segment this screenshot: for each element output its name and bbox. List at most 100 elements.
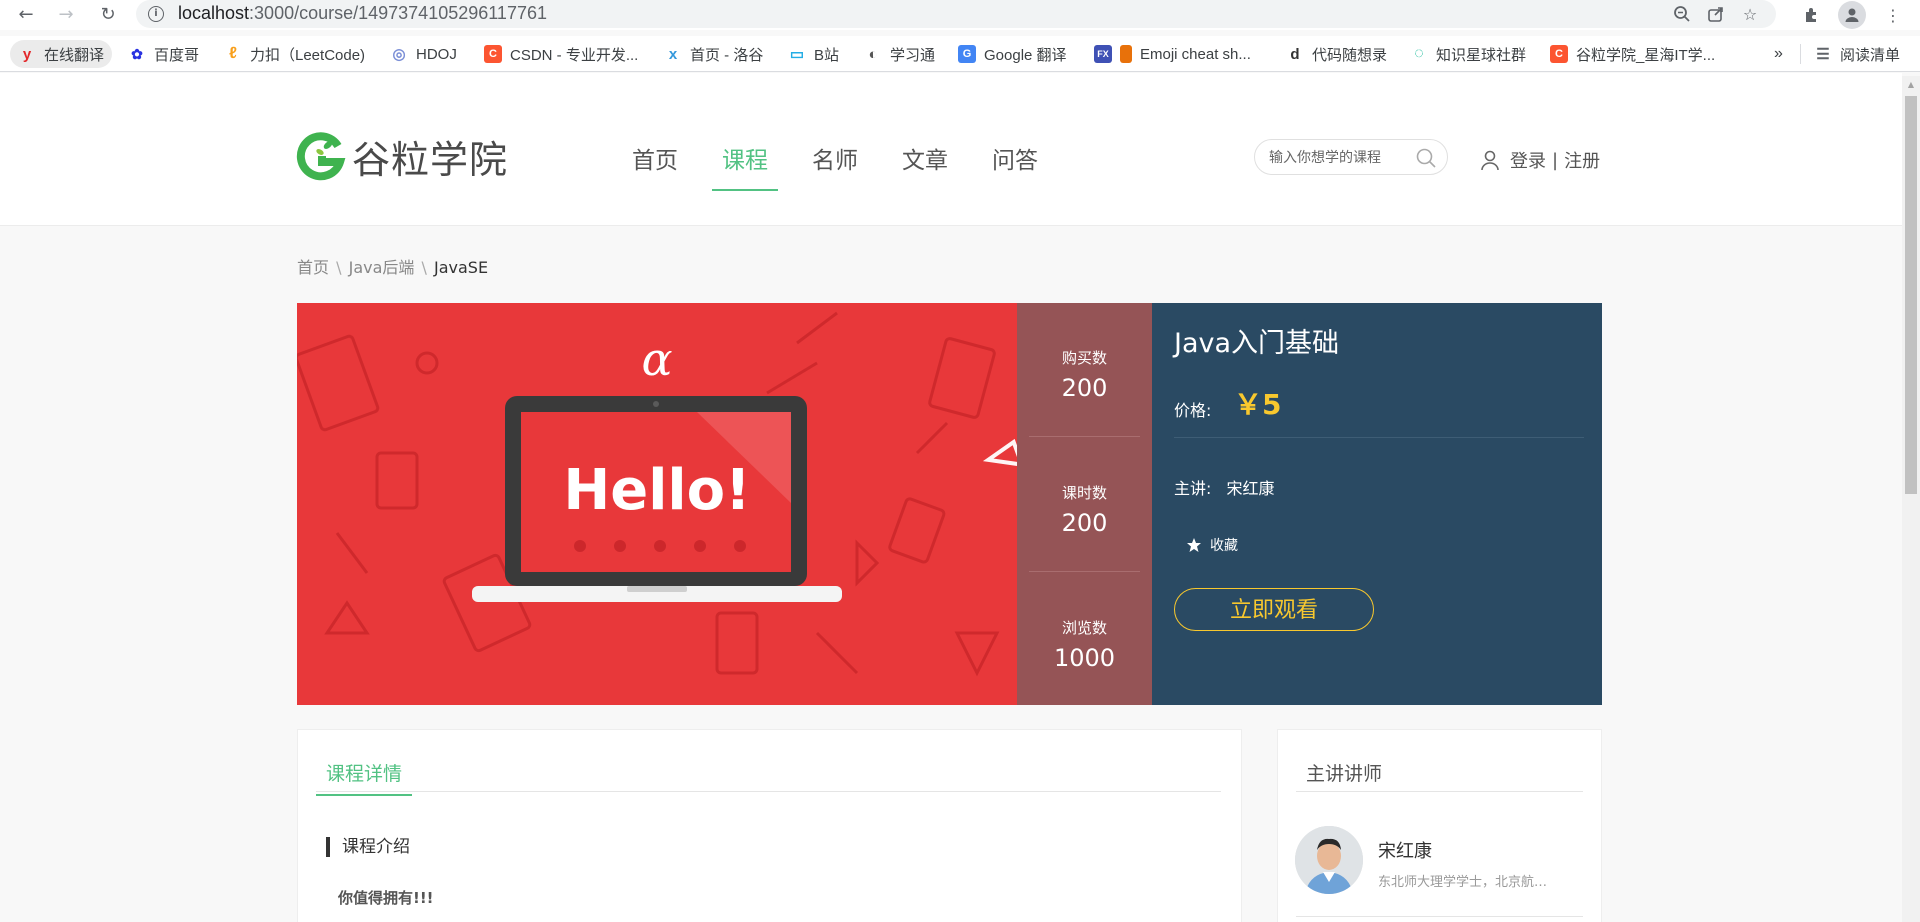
nav-courses[interactable]: 课程 bbox=[700, 141, 790, 191]
csdn-icon: C bbox=[484, 45, 502, 63]
course-cover-image: α Hello! bbox=[297, 303, 1017, 705]
logo-icon bbox=[296, 131, 346, 182]
bookmark-item[interactable]: ◌ 知识星球社群 bbox=[1410, 40, 1526, 68]
nav-articles[interactable]: 文章 bbox=[880, 141, 970, 191]
breadcrumb-home[interactable]: 首页 bbox=[297, 258, 329, 277]
divider bbox=[1296, 791, 1583, 792]
bookmark-item[interactable]: ▭ B站 bbox=[788, 40, 839, 68]
teacher-label: 主讲: bbox=[1174, 479, 1212, 498]
teacher-name[interactable]: 宋红康 bbox=[1227, 479, 1275, 498]
bookmark-item[interactable]: y 在线翻译 bbox=[10, 40, 113, 68]
search-input[interactable] bbox=[1269, 147, 1409, 169]
breadcrumb-divider: \ bbox=[421, 258, 427, 277]
bookmark-item[interactable]: C 谷粒学院_星海IT学... bbox=[1550, 40, 1715, 68]
teacher-avatar[interactable] bbox=[1295, 826, 1363, 894]
teacher-card: 主讲讲师 宋红康 东北师大理学学士，北京航空航天大学... bbox=[1277, 729, 1602, 922]
breadcrumb-current: JavaSE bbox=[433, 258, 489, 277]
course-stats: 购买数 200 课时数 200 浏览数 1000 bbox=[1017, 303, 1152, 705]
back-icon[interactable]: ← bbox=[14, 2, 38, 26]
divider bbox=[1296, 916, 1583, 917]
svg-text:α: α bbox=[641, 332, 672, 386]
user-links: 登录 | 注册 bbox=[1480, 147, 1600, 173]
bookmark-item[interactable]: ℓ 力扣（LeetCode) bbox=[224, 40, 365, 68]
breadcrumb: 首页 \ Java后端 \ JavaSE bbox=[297, 254, 488, 278]
main-nav: 首页 课程 名师 文章 问答 bbox=[610, 141, 1060, 191]
code-icon: d bbox=[1290, 45, 1300, 63]
nav-teachers[interactable]: 名师 bbox=[790, 141, 880, 191]
course-intro-heading: 课程介绍 bbox=[326, 837, 410, 857]
breadcrumb-divider: \ bbox=[336, 258, 342, 277]
stat-value: 200 bbox=[1061, 374, 1108, 402]
site-header: 谷粒学院 首页 课程 名师 文章 问答 登录 | 注册 bbox=[0, 73, 1902, 226]
course-intro-text: 你值得拥有!!! bbox=[338, 889, 434, 907]
bookmark-item[interactable]: C CSDN - 专业开发... bbox=[484, 40, 638, 68]
hdoj-icon: ◎ bbox=[392, 46, 406, 63]
bookmark-star-icon[interactable]: ☆ bbox=[1738, 3, 1762, 25]
stat-label: 浏览数 bbox=[1061, 619, 1107, 637]
bookmark-item[interactable]: d 代码随想录 bbox=[1286, 40, 1387, 68]
bookmark-item[interactable]: G Google 翻译 bbox=[958, 40, 1067, 68]
scrollbar-thumb[interactable] bbox=[1905, 96, 1917, 494]
stat-value: 1000 bbox=[1053, 644, 1116, 672]
profile-avatar-icon[interactable] bbox=[1838, 1, 1866, 29]
url-text[interactable]: localhost:3000/course/149737410529611776… bbox=[178, 3, 547, 24]
course-search bbox=[1254, 139, 1448, 175]
reading-list-button[interactable]: ☰ 阅读清单 bbox=[1814, 40, 1900, 68]
baidu-icon: ✿ bbox=[131, 45, 143, 62]
stat-label: 课时数 bbox=[1061, 484, 1107, 502]
search-icon[interactable] bbox=[1415, 147, 1437, 169]
login-register-separator: | bbox=[1552, 149, 1559, 171]
bookmark-item[interactable]: FX Emoji cheat sh... bbox=[1094, 40, 1251, 68]
stat-divider bbox=[1029, 571, 1140, 572]
stat-lessons: 课时数 200 bbox=[1017, 482, 1152, 537]
nav-qa[interactable]: 问答 bbox=[970, 141, 1060, 191]
zoom-icon[interactable] bbox=[1670, 3, 1694, 25]
youdao-icon: y bbox=[22, 45, 32, 63]
reading-list-icon: ☰ bbox=[1816, 46, 1830, 63]
star-icon bbox=[1186, 537, 1202, 553]
bookmarks-bar: y 在线翻译 ✿ 百度哥 ℓ 力扣（LeetCode) ◎ HDOJ C CSDN - 专… bbox=[0, 36, 1920, 72]
share-icon[interactable] bbox=[1704, 3, 1728, 25]
price-label: 价格: bbox=[1174, 401, 1212, 420]
scroll-up-arrow-icon[interactable]: ▲ bbox=[1905, 80, 1917, 92]
site-logo[interactable]: 谷粒学院 bbox=[296, 129, 508, 184]
reload-icon[interactable]: ↻ bbox=[96, 2, 120, 26]
divider bbox=[1800, 44, 1801, 64]
course-cover-illustration: α Hello! bbox=[297, 311, 1017, 677]
divider bbox=[316, 791, 1221, 792]
course-info-panel: Java入门基础 价格: ￥5 主讲: 宋红康 收藏 立即观看 bbox=[1152, 303, 1602, 705]
zsxq-icon: ◌ bbox=[1414, 45, 1424, 62]
login-link[interactable]: 登录 bbox=[1510, 147, 1546, 173]
site-info-icon[interactable]: i bbox=[148, 6, 164, 22]
nav-home[interactable]: 首页 bbox=[610, 141, 700, 191]
bookmark-item[interactable]: ◐ 学习通 bbox=[864, 40, 935, 68]
register-link[interactable]: 注册 bbox=[1564, 147, 1600, 173]
stat-views: 浏览数 1000 bbox=[1017, 617, 1152, 672]
browser-toolbar: ← → ↻ i localhost:3000/course/1497374105… bbox=[0, 0, 1920, 30]
bookmark-item[interactable]: ◎ HDOJ bbox=[390, 40, 456, 68]
luogu-icon: x bbox=[668, 45, 678, 63]
course-price: ￥5 bbox=[1234, 388, 1282, 421]
extensions-icon[interactable] bbox=[1799, 2, 1825, 28]
forward-icon[interactable]: → bbox=[54, 2, 78, 26]
bookmark-item[interactable]: x 首页 - 洛谷 bbox=[664, 40, 764, 68]
bookmarks-overflow-button[interactable]: » bbox=[1774, 40, 1783, 68]
breadcrumb-category[interactable]: Java后端 bbox=[349, 258, 415, 277]
xuexitong-icon: ◐ bbox=[868, 45, 878, 63]
teacher-description: 东北师大理学学士，北京航空航天大学... bbox=[1378, 875, 1553, 890]
address-bar[interactable]: i localhost:3000/course/1497374105296117… bbox=[136, 0, 1776, 28]
course-title: Java入门基础 bbox=[1174, 328, 1340, 359]
user-icon bbox=[1480, 149, 1500, 171]
stat-label: 购买数 bbox=[1061, 349, 1107, 367]
watch-now-button[interactable]: 立即观看 bbox=[1174, 588, 1374, 631]
google-translate-icon: G bbox=[958, 45, 976, 63]
browser-menu-icon[interactable]: ⋮ bbox=[1880, 2, 1906, 28]
teacher-panel-heading: 主讲讲师 bbox=[1306, 763, 1383, 785]
favorite-label: 收藏 bbox=[1210, 538, 1238, 554]
teacher-name[interactable]: 宋红康 bbox=[1378, 837, 1432, 863]
favorite-button[interactable]: 收藏 bbox=[1186, 535, 1238, 555]
bilibili-icon: ▭ bbox=[789, 46, 805, 63]
emoji-cheat-icon bbox=[1120, 45, 1132, 63]
bookmark-item[interactable]: ✿ 百度哥 bbox=[128, 40, 199, 68]
course-detail-card: 课程详情 课程介绍 你值得拥有!!! bbox=[297, 729, 1242, 922]
